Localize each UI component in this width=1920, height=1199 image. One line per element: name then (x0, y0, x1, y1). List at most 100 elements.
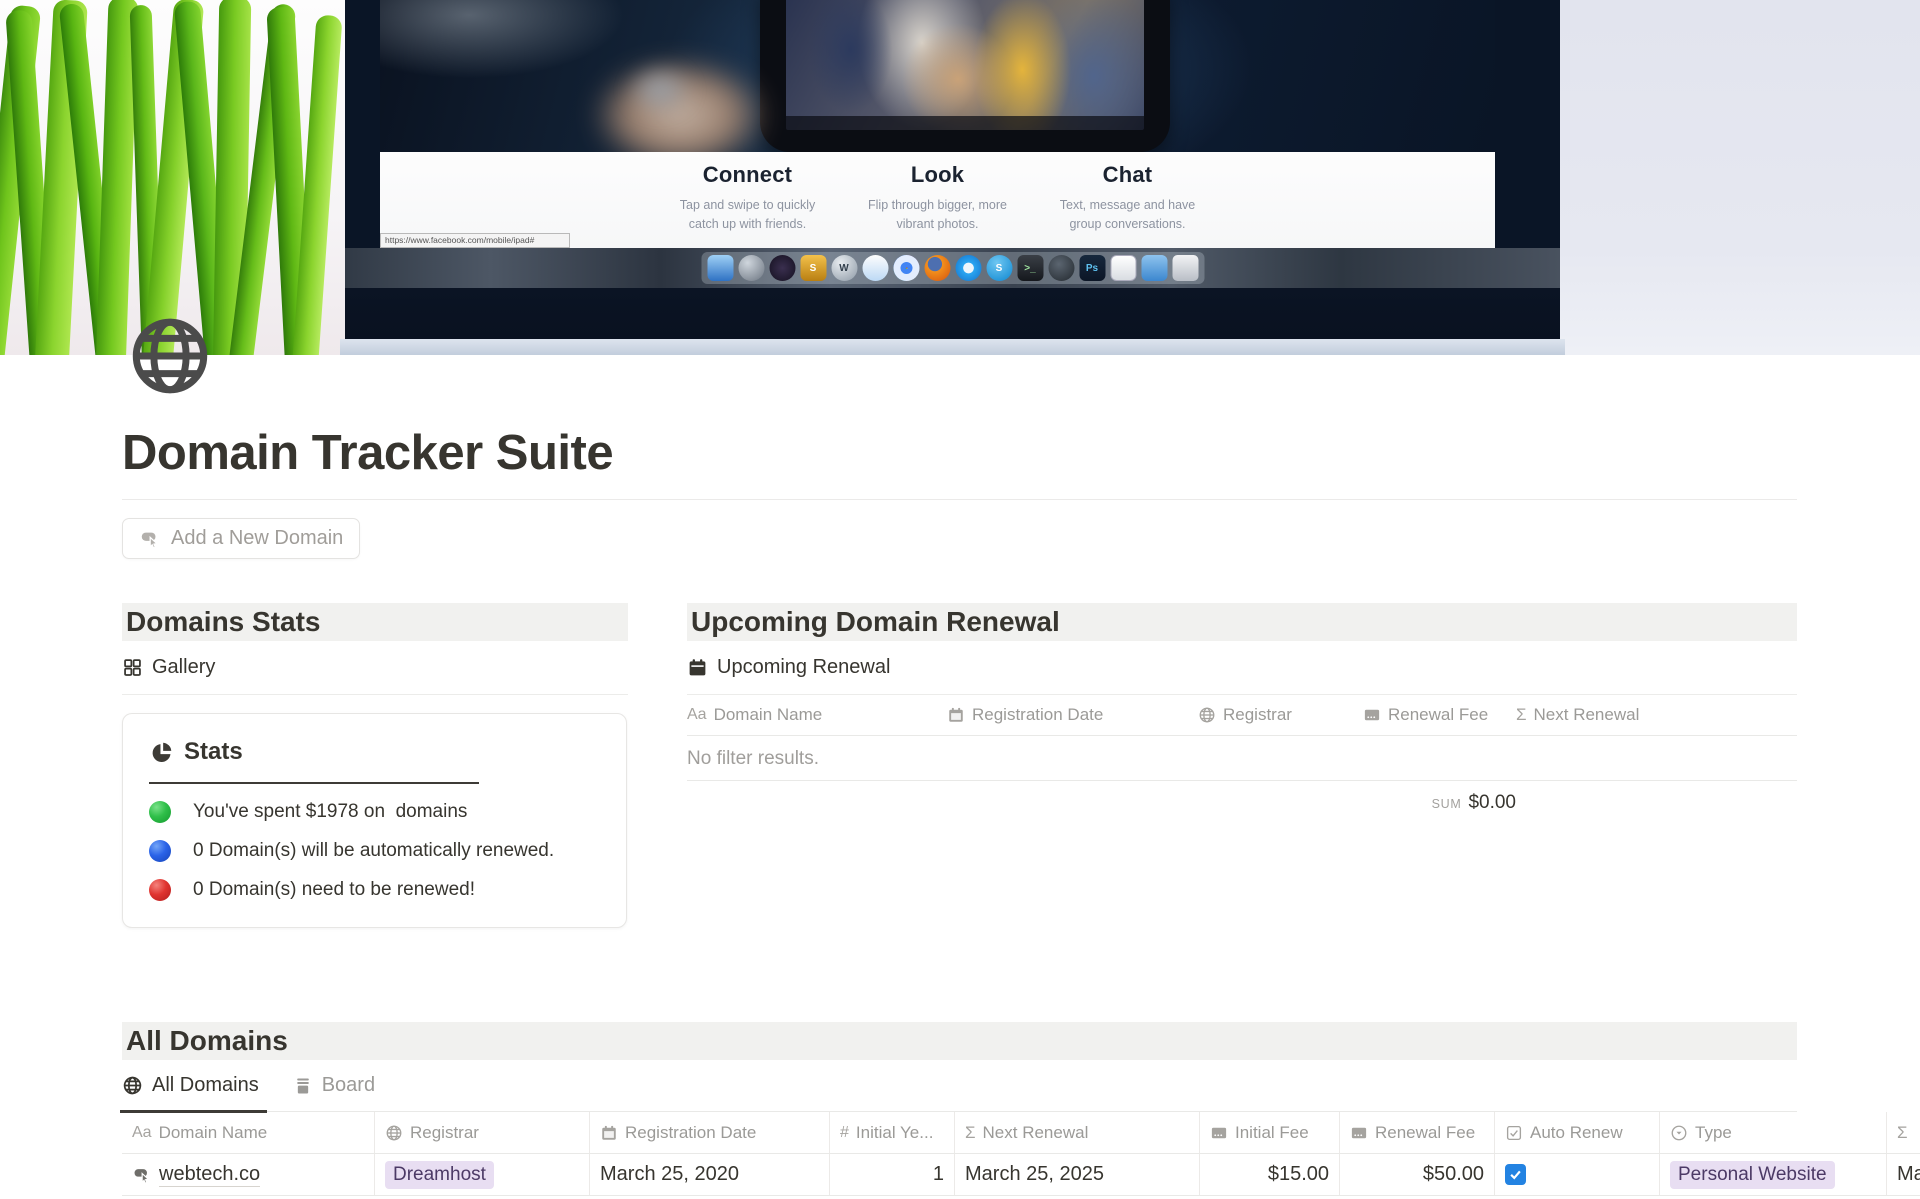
column-header-initial-fee[interactable]: Initial Fee (1200, 1112, 1340, 1153)
upcoming-renewal-section: Upcoming Domain Renewal Upcoming Renewal… (687, 603, 1797, 825)
cover-plant-area (0, 0, 350, 355)
all-domains-section: All Domains All Domains (122, 1022, 1797, 1199)
page-title: Domain Tracker Suite (122, 425, 1797, 481)
gallery-grid-icon (122, 657, 143, 678)
globe-icon (1198, 706, 1216, 724)
column-header-domain-name[interactable]: Aa Domain Name (122, 1112, 375, 1153)
cell-registration-date[interactable]: March 25, 2020 (590, 1154, 830, 1195)
firefox-icon (924, 255, 950, 281)
all-domains-header: All Domains (122, 1022, 1797, 1060)
column-header-formula[interactable]: Σ (1887, 1112, 1920, 1153)
globe-icon (385, 1124, 403, 1142)
cell-renewal-fee[interactable]: $50.00 (1340, 1154, 1495, 1195)
page-cover: Connect Tap and swipe to quickly catch u… (0, 0, 1920, 355)
cover-dock: S W S >_ Ps (345, 248, 1560, 288)
column-header-renewal-fee[interactable]: Renewal Fee (1340, 1112, 1495, 1153)
tab-board[interactable]: Board (293, 1060, 375, 1112)
calendar-icon (600, 1124, 618, 1142)
red-circle-icon (149, 879, 171, 901)
cover-hero (380, 0, 1495, 152)
sigma-icon: Σ (1516, 705, 1527, 725)
cover-desk (340, 339, 1565, 355)
title-divider (122, 499, 1797, 500)
stats-card[interactable]: Stats You've spent $1978 on domains 0 Do… (122, 713, 627, 928)
registrar-tag[interactable]: Dreamhost (385, 1161, 494, 1189)
globe-icon[interactable] (126, 312, 214, 400)
board-icon (293, 1076, 313, 1096)
column-header-registrar[interactable]: Registrar (1198, 705, 1363, 725)
sigma-icon: Σ (965, 1123, 976, 1143)
cloud-app-icon (862, 255, 888, 281)
vw-icon: W (831, 255, 857, 281)
cell-domain-name[interactable]: webtech.co (122, 1154, 375, 1195)
hash-icon: # (840, 1124, 849, 1142)
auto-renew-checkbox[interactable] (1505, 1164, 1526, 1185)
sum-label: SUM (1432, 797, 1462, 811)
cursor-click-icon (139, 528, 161, 550)
stat-item-auto-renew: 0 Domain(s) will be automatically renewe… (149, 840, 600, 862)
domain-table-row: webtech.co Dreamhost March 25, 2020 1 Ma… (122, 1154, 1920, 1196)
cell-initial-years[interactable]: 1 (830, 1154, 955, 1195)
calendar-icon (687, 657, 708, 678)
sum-aggregate[interactable]: SUM $0.00 (1363, 792, 1516, 814)
green-circle-icon (149, 801, 171, 823)
column-header-registrar[interactable]: Registrar (375, 1112, 590, 1153)
trash-icon (1172, 255, 1198, 281)
column-header-initial-years[interactable]: # Initial Ye... (830, 1112, 955, 1153)
type-tag[interactable]: Personal Website (1670, 1161, 1835, 1189)
stats-card-divider (149, 782, 479, 784)
safari-icon (955, 255, 981, 281)
column-header-type[interactable]: Type (1660, 1112, 1887, 1153)
eclipse-icon (769, 255, 795, 281)
stat-item-need-renew: 0 Domain(s) need to be renewed! (149, 879, 600, 901)
checkbox-icon (1505, 1124, 1523, 1142)
feature-desc: Flip through bigger, more vibrant photos… (843, 196, 1033, 235)
view-tabs: All Domains Board (122, 1060, 1797, 1112)
cell-initial-fee[interactable]: $15.00 (1200, 1154, 1340, 1195)
all-domains-table-header: Aa Domain Name Registrar (122, 1112, 1920, 1154)
folder-icon (1141, 255, 1167, 281)
add-new-domain-button[interactable]: Add a New Domain (122, 518, 360, 559)
sigma-icon: Σ (1897, 1123, 1908, 1143)
tab-upcoming-renewal[interactable]: Upcoming Renewal (687, 641, 1797, 695)
tab-board-label: Board (322, 1074, 375, 1097)
column-header-registration-date[interactable]: Registration Date (947, 705, 1198, 725)
blue-circle-icon (149, 840, 171, 862)
add-new-domain-label: Add a New Domain (171, 527, 343, 550)
stat-item-spent: You've spent $1978 on domains (149, 801, 600, 823)
tab-all-domains-label: All Domains (152, 1074, 259, 1097)
tab-upcoming-renewal-label: Upcoming Renewal (717, 656, 890, 679)
stat-text: 0 Domain(s) will be automatically renewe… (193, 840, 554, 862)
column-header-registration-date[interactable]: Registration Date (590, 1112, 830, 1153)
calendar-icon (947, 706, 965, 724)
aa-icon: Aa (687, 706, 707, 724)
globe-icon (122, 1075, 143, 1096)
cell-formula[interactable]: Ma (1887, 1154, 1920, 1195)
sublime-icon: S (800, 255, 826, 281)
select-icon (1670, 1124, 1688, 1142)
cursor-click-icon (132, 1165, 152, 1185)
column-header-next-renewal[interactable]: Σ Next Renewal (955, 1112, 1200, 1153)
pages-doc-icon (1110, 255, 1136, 281)
column-header-renewal-fee[interactable]: Renewal Fee (1363, 705, 1516, 725)
cell-type[interactable]: Personal Website (1660, 1154, 1887, 1195)
sum-value: $0.00 (1468, 792, 1516, 813)
cell-registrar[interactable]: Dreamhost (375, 1154, 590, 1195)
cover-ipad-photo (786, 0, 1144, 130)
domain-page-link[interactable]: webtech.co (159, 1163, 260, 1187)
credit-card-icon (1210, 1124, 1228, 1142)
cover-dock-icons: S W S >_ Ps (701, 252, 1204, 284)
column-header-next-renewal[interactable]: Σ Next Renewal (1516, 705, 1797, 725)
cover-ipad (760, 0, 1170, 152)
domains-stats-section: Domains Stats Gallery (122, 603, 628, 928)
tab-all-domains[interactable]: All Domains (122, 1060, 259, 1112)
stat-text: 0 Domain(s) need to be renewed! (193, 879, 475, 901)
column-header-auto-renew[interactable]: Auto Renew (1495, 1112, 1660, 1153)
feature-chat: Chat Text, message and have group conver… (1033, 162, 1223, 248)
cell-next-renewal[interactable]: March 25, 2025 (955, 1154, 1200, 1195)
cover-monitor: Connect Tap and swipe to quickly catch u… (345, 0, 1560, 339)
pie-chart-icon (149, 740, 174, 765)
column-header-domain-name[interactable]: Aa Domain Name (687, 705, 947, 725)
tab-gallery[interactable]: Gallery (122, 641, 628, 695)
photoshop-icon: Ps (1079, 255, 1105, 281)
